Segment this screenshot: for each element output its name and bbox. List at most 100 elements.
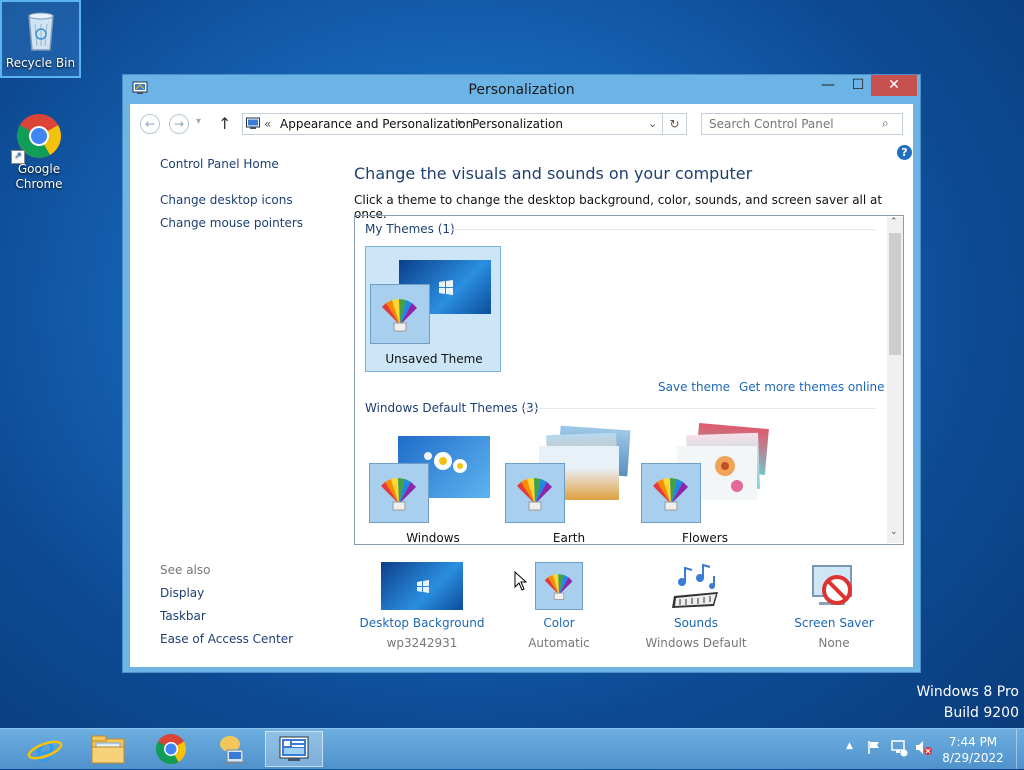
watermark-build: Build 9200 <box>943 705 1019 721</box>
clock[interactable]: 7:44 PM 8/29/2022 <box>940 734 1006 766</box>
theme-unsaved[interactable]: Unsaved Theme <box>365 246 501 372</box>
control-panel-home-link[interactable]: Control Panel Home <box>160 157 279 171</box>
search-input[interactable]: Search Control Panel ⌕ <box>701 113 903 135</box>
palette-icon <box>369 463 429 523</box>
action-center-flag-icon[interactable] <box>866 739 882 758</box>
scroll-up-icon[interactable]: ⌃ <box>890 217 898 227</box>
os-watermark: Windows 8 Pro Build 9200 <box>916 684 1019 721</box>
help-icon[interactable]: ? <box>897 145 912 160</box>
page-heading: Change the visuals and sounds on your co… <box>354 164 753 183</box>
themes-scrollbar[interactable]: ⌃ ⌄ <box>887 217 903 543</box>
desktop-icon-label: Recycle Bin <box>5 56 76 70</box>
display-link[interactable]: Display <box>160 586 204 600</box>
desktop-background-setting[interactable]: Desktop Background wp3242931 <box>352 562 492 650</box>
theme-earth[interactable]: Earth <box>501 424 637 545</box>
recycle-bin-icon <box>17 6 65 54</box>
my-themes-label: My Themes (1) <box>365 222 455 236</box>
desktop-background-icon <box>381 562 463 610</box>
desktop-icon-google-chrome[interactable]: ↗ Google Chrome <box>2 108 76 192</box>
group-divider <box>447 229 875 230</box>
bottom-label[interactable]: Desktop Background <box>352 616 492 630</box>
file-explorer-button[interactable] <box>79 731 137 767</box>
get-more-themes-link[interactable]: Get more themes online <box>739 380 885 394</box>
bottom-label[interactable]: Sounds <box>626 616 766 630</box>
breadcrumb-separator-icon[interactable]: ▸ <box>458 117 463 128</box>
control-panel-icon <box>246 117 260 131</box>
bottom-value: None <box>818 636 850 650</box>
bottom-label[interactable]: Color <box>489 616 629 630</box>
default-themes-label: Windows Default Themes (3) <box>365 401 539 415</box>
palette-icon <box>641 463 701 523</box>
internet-explorer-icon: e <box>27 730 63 770</box>
group-divider <box>523 408 875 409</box>
change-desktop-icons-link[interactable]: Change desktop icons <box>160 193 293 207</box>
title-bar[interactable]: Personalization — ☐ ✕ <box>123 75 920 104</box>
save-theme-link[interactable]: Save theme <box>658 380 730 394</box>
change-mouse-pointers-link[interactable]: Change mouse pointers <box>160 216 303 230</box>
see-also-label: See also <box>160 563 211 577</box>
breadcrumb-personalization[interactable]: Personalization <box>472 117 563 131</box>
recent-pages-dropdown[interactable]: ▾ <box>196 116 201 127</box>
control-panel-button[interactable] <box>265 731 323 767</box>
bottom-value: Windows Default <box>645 636 747 650</box>
minimize-button[interactable]: — <box>813 75 843 96</box>
clock-date: 8/29/2022 <box>942 751 1004 765</box>
mouse-cursor-icon <box>514 570 528 594</box>
bottom-value: Automatic <box>528 636 590 650</box>
theme-name: Flowers <box>682 531 728 545</box>
up-button[interactable]: ↑ <box>218 114 231 133</box>
back-button[interactable]: ← <box>140 114 160 134</box>
chrome-icon <box>155 734 187 765</box>
desktop-icon-recycle-bin[interactable]: Recycle Bin <box>0 0 81 78</box>
taskbar-link[interactable]: Taskbar <box>160 609 206 623</box>
scrollbar-thumb[interactable] <box>889 233 901 355</box>
theme-windows[interactable]: Windows <box>365 424 501 545</box>
palette-icon <box>370 284 430 344</box>
shortcut-arrow-icon: ↗ <box>11 150 25 164</box>
theme-flowers[interactable]: Flowers <box>637 423 773 545</box>
themes-list[interactable]: My Themes (1) Unsaved Theme Save theme G… <box>354 215 904 545</box>
sounds-setting[interactable]: Sounds Windows Default <box>626 562 766 650</box>
screen-saver-icon <box>809 562 859 610</box>
theme-name: Unsaved Theme <box>385 352 483 366</box>
internet-explorer-button[interactable]: e <box>16 730 74 770</box>
search-placeholder: Search Control Panel <box>709 117 834 131</box>
color-icon <box>535 562 583 610</box>
search-icon[interactable]: ⌕ <box>882 116 889 131</box>
color-setting[interactable]: Color Automatic <box>489 562 629 650</box>
chrome-icon: ↗ <box>11 112 63 164</box>
bottom-value: wp3242931 <box>386 636 458 650</box>
close-button[interactable]: ✕ <box>871 75 917 96</box>
window-title: Personalization <box>468 82 575 98</box>
control-panel-icon <box>279 736 309 761</box>
clock-time: 7:44 PM <box>948 735 998 749</box>
refresh-button[interactable]: ↻ <box>663 113 687 135</box>
desktop-icon-label: Google Chrome <box>15 162 63 191</box>
network-app-button[interactable] <box>203 731 261 767</box>
volume-muted-icon[interactable] <box>914 739 932 760</box>
ease-of-access-link[interactable]: Ease of Access Center <box>160 632 293 646</box>
breadcrumb-overflow[interactable]: « <box>264 117 271 131</box>
palette-icon <box>505 463 565 523</box>
taskbar: e ▲ 7:44 PM 8/29/2022 <box>0 728 1024 770</box>
scroll-down-icon[interactable]: ⌄ <box>890 527 898 537</box>
watermark-edition: Windows 8 Pro <box>916 684 1019 700</box>
personalization-window: Personalization — ☐ ✕ ← → ▾ ↑ « Appearan… <box>122 74 921 673</box>
maximize-button[interactable]: ☐ <box>843 75 873 96</box>
breadcrumb-appearance[interactable]: Appearance and Personalization <box>280 117 473 131</box>
network-icon <box>220 736 247 764</box>
theme-name: Earth <box>552 531 586 545</box>
bottom-label[interactable]: Screen Saver <box>764 616 904 630</box>
sounds-icon <box>670 562 722 610</box>
theme-name: Windows <box>406 531 460 545</box>
show-desktop-button[interactable] <box>1016 729 1024 769</box>
screen-saver-setting[interactable]: Screen Saver None <box>764 562 904 650</box>
address-dropdown-icon[interactable]: ⌄ <box>648 117 657 130</box>
address-bar[interactable]: « Appearance and Personalization ▸ Perso… <box>242 113 663 135</box>
network-status-icon[interactable] <box>890 739 908 760</box>
show-hidden-icons-icon[interactable]: ▲ <box>846 741 853 751</box>
svg-text:e: e <box>35 731 55 767</box>
chrome-button[interactable] <box>142 731 200 767</box>
file-explorer-icon <box>91 735 125 764</box>
forward-button[interactable]: → <box>169 114 189 134</box>
